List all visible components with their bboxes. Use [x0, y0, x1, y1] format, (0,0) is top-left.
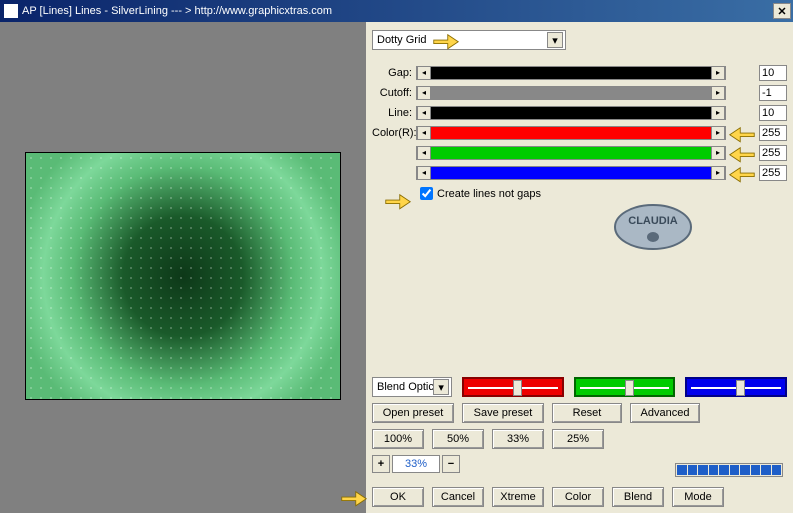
pointer-icon — [384, 190, 412, 210]
slider-left-icon[interactable]: ◂ — [417, 166, 431, 180]
open-preset-button[interactable]: Open preset — [372, 403, 454, 423]
slider-right-icon[interactable]: ▸ — [711, 146, 725, 160]
titlebar: AP [Lines] Lines - SilverLining --- > ht… — [0, 0, 793, 22]
pointer-icon — [728, 123, 756, 143]
slider-track[interactable]: ◂▸ — [416, 66, 726, 80]
blue-blend-slider[interactable] — [685, 377, 787, 397]
create-lines-checkbox[interactable] — [420, 187, 433, 200]
slider-label: Color(R): — [372, 127, 412, 139]
claudia-logo: CLAUDIA — [613, 202, 693, 252]
slider-track[interactable]: ◂▸ — [416, 126, 726, 140]
preview-pane — [0, 22, 366, 513]
pattern-dropdown[interactable]: Dotty Grid ▾ — [372, 30, 566, 50]
color-button[interactable]: Color — [552, 487, 604, 507]
slider-value-input[interactable] — [759, 125, 787, 141]
slider-row: ◂▸ — [372, 164, 787, 181]
checkbox-label: Create lines not gaps — [437, 188, 541, 200]
slider-row: Cutoff:◂▸ — [372, 84, 787, 101]
reset-button[interactable]: Reset — [552, 403, 622, 423]
slider-track[interactable]: ◂▸ — [416, 166, 726, 180]
slider-right-icon[interactable]: ▸ — [711, 166, 725, 180]
advanced-button[interactable]: Advanced — [630, 403, 700, 423]
dropdown-value: Dotty Grid — [377, 34, 427, 46]
ok-button[interactable]: OK — [372, 487, 424, 507]
blend-dropdown[interactable]: Blend Optic ▾ — [372, 377, 452, 397]
app-icon — [4, 4, 18, 18]
pointer-icon — [432, 30, 460, 50]
slider-right-icon[interactable]: ▸ — [711, 106, 725, 120]
pointer-icon — [728, 143, 756, 163]
slider-value-input[interactable] — [759, 105, 787, 121]
slider-row: Color(R):◂▸ — [372, 124, 787, 141]
slider-left-icon[interactable]: ◂ — [417, 146, 431, 160]
blend-dropdown-value: Blend Optic — [377, 381, 433, 393]
slider-right-icon[interactable]: ▸ — [711, 126, 725, 140]
chevron-down-icon: ▾ — [433, 379, 449, 395]
slider-label: Cutoff: — [372, 87, 412, 99]
slider-row: ◂▸ — [372, 144, 787, 161]
red-blend-slider[interactable] — [462, 377, 564, 397]
zoom-preset-button[interactable]: 100% — [372, 429, 424, 449]
slider-right-icon[interactable]: ▸ — [711, 66, 725, 80]
chevron-down-icon: ▾ — [547, 32, 563, 48]
slider-track[interactable]: ◂▸ — [416, 146, 726, 160]
slider-track[interactable]: ◂▸ — [416, 106, 726, 120]
slider-label: Gap: — [372, 67, 412, 79]
zoom-preset-button[interactable]: 25% — [552, 429, 604, 449]
close-button[interactable]: ✕ — [773, 3, 791, 19]
slider-value-input[interactable] — [759, 165, 787, 181]
mode-button[interactable]: Mode — [672, 487, 724, 507]
svg-text:CLAUDIA: CLAUDIA — [628, 215, 678, 227]
pointer-icon — [340, 487, 368, 507]
green-blend-slider[interactable] — [574, 377, 676, 397]
slider-left-icon[interactable]: ◂ — [417, 126, 431, 140]
blend-button[interactable]: Blend — [612, 487, 664, 507]
slider-label: Line: — [372, 107, 412, 119]
slider-track[interactable]: ◂▸ — [416, 86, 726, 100]
zoom-value: 33% — [392, 455, 440, 473]
slider-right-icon[interactable]: ▸ — [711, 86, 725, 100]
slider-value-input[interactable] — [759, 145, 787, 161]
slider-value-input[interactable] — [759, 85, 787, 101]
slider-row: Gap:◂▸ — [372, 64, 787, 81]
zoom-in-button[interactable]: + — [372, 455, 390, 473]
slider-left-icon[interactable]: ◂ — [417, 66, 431, 80]
progress-bar — [675, 463, 783, 477]
zoom-preset-button[interactable]: 50% — [432, 429, 484, 449]
pointer-icon — [728, 163, 756, 183]
controls-pane: Dotty Grid ▾ Gap:◂▸Cutoff:◂▸Line:◂▸Color… — [366, 22, 793, 513]
window-title: AP [Lines] Lines - SilverLining --- > ht… — [22, 5, 332, 17]
xtreme-button[interactable]: Xtreme — [492, 487, 544, 507]
zoom-preset-button[interactable]: 33% — [492, 429, 544, 449]
slider-left-icon[interactable]: ◂ — [417, 86, 431, 100]
save-preset-button[interactable]: Save preset — [462, 403, 544, 423]
zoom-out-button[interactable]: − — [442, 455, 460, 473]
slider-row: Line:◂▸ — [372, 104, 787, 121]
preview-image — [25, 152, 341, 400]
slider-left-icon[interactable]: ◂ — [417, 106, 431, 120]
cancel-button[interactable]: Cancel — [432, 487, 484, 507]
slider-value-input[interactable] — [759, 65, 787, 81]
